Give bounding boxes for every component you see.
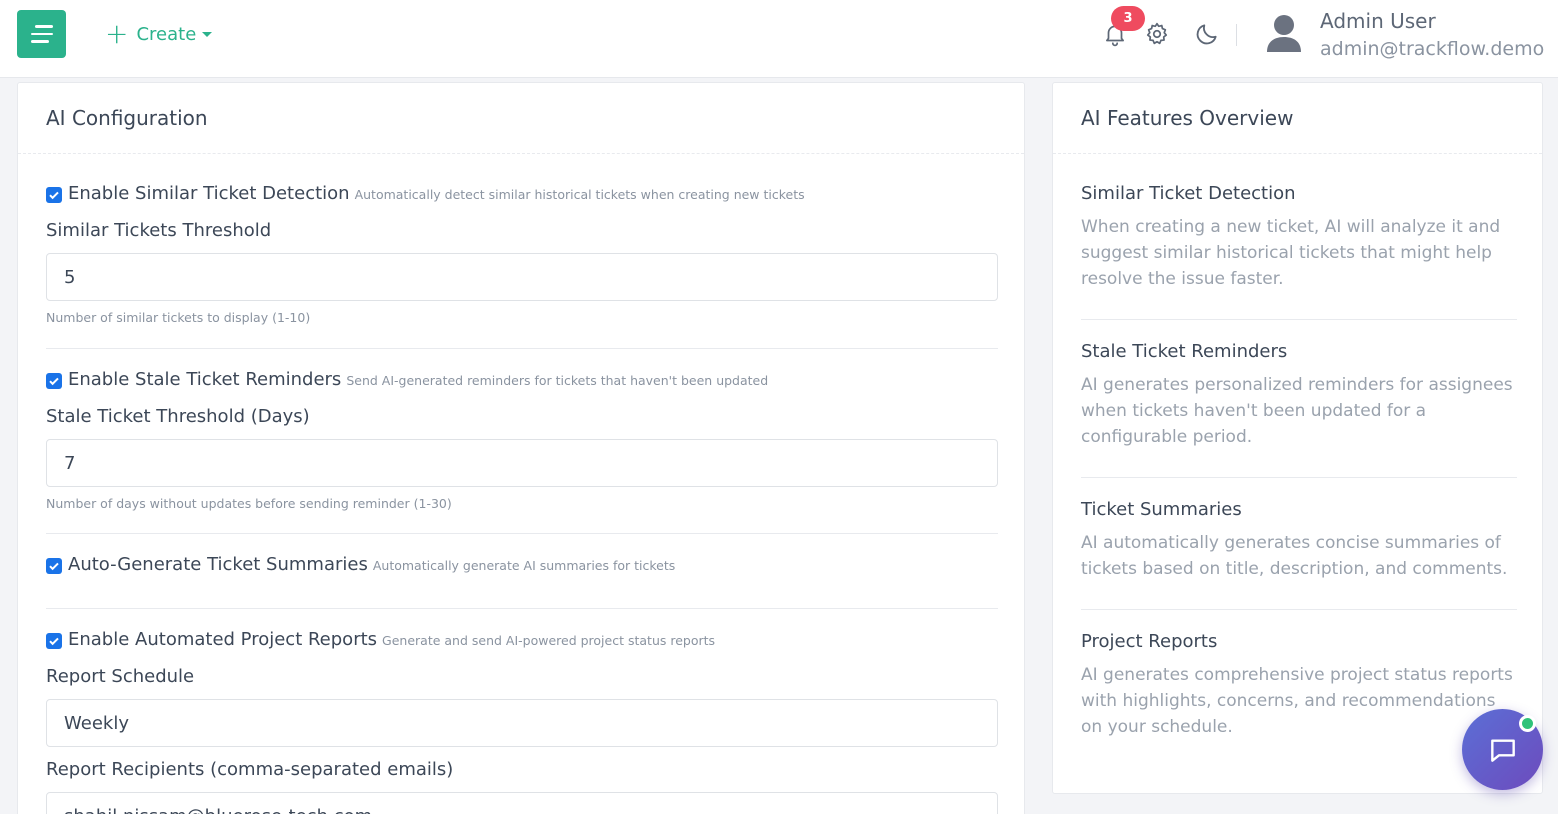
user-name[interactable]: Admin User [1320, 9, 1436, 33]
ai-configuration-card: AI Configuration Enable Similar Ticket D… [17, 82, 1025, 814]
similar-ticket-hint: Automatically detect similar historical … [354, 187, 805, 202]
overview-item-desc: When creating a new ticket, AI will anal… [1081, 217, 1501, 289]
overview-divider [1081, 477, 1517, 478]
report-schedule-select[interactable]: Weekly [46, 699, 998, 747]
overview-item-title: Similar Ticket Detection [1081, 183, 1296, 204]
menu-toggle-button[interactable] [17, 10, 66, 58]
overview-item-title: Ticket Summaries [1081, 499, 1242, 520]
stale-threshold-input[interactable]: 7 [46, 439, 998, 487]
header-divider [1236, 24, 1237, 46]
reports-label[interactable]: Enable Automated Project Reports [68, 629, 377, 650]
overview-item-summaries: Ticket Summaries AI automatically genera… [1081, 499, 1517, 582]
stale-threshold-help: Number of days without updates before se… [46, 496, 452, 511]
summaries-section: Auto-Generate Ticket Summaries Automatic… [46, 554, 998, 575]
reports-section: Enable Automated Project Reports Generat… [46, 629, 998, 814]
overview-item-reports: Project Reports AI generates comprehensi… [1081, 631, 1517, 740]
check-icon [49, 191, 59, 200]
ai-features-overview-title: AI Features Overview [1053, 83, 1542, 154]
moon-icon [1196, 24, 1217, 45]
check-icon [49, 562, 59, 571]
similar-ticket-section: Enable Similar Ticket Detection Automati… [46, 183, 998, 325]
stale-threshold-label: Stale Ticket Threshold (Days) [46, 406, 310, 427]
stale-ticket-label[interactable]: Enable Stale Ticket Reminders [68, 369, 341, 390]
theme-toggle-button[interactable] [1193, 20, 1221, 48]
stale-ticket-checkbox[interactable] [46, 373, 62, 389]
online-status-dot [1519, 715, 1536, 732]
similar-ticket-checkbox[interactable] [46, 187, 62, 203]
overview-divider [1081, 319, 1517, 320]
chat-icon [1490, 738, 1515, 762]
caret-down-icon [202, 31, 213, 37]
section-divider [46, 348, 998, 349]
settings-button[interactable] [1143, 20, 1171, 48]
overview-divider [1081, 609, 1517, 610]
check-icon [49, 637, 59, 646]
overview-item-desc: AI automatically generates concise summa… [1081, 533, 1508, 579]
overview-item-similar: Similar Ticket Detection When creating a… [1081, 183, 1517, 292]
similar-threshold-help: Number of similar tickets to display (1-… [46, 310, 311, 325]
similar-threshold-input[interactable]: 5 [46, 253, 998, 301]
check-icon [49, 377, 59, 386]
similar-threshold-label: Similar Tickets Threshold [46, 220, 272, 241]
overview-item-desc: AI generates personalized reminders for … [1081, 375, 1513, 447]
user-email: admin@trackflow.demo [1320, 38, 1545, 60]
notification-count-badge: 3 [1111, 6, 1145, 31]
section-divider [46, 608, 998, 609]
ai-features-overview-card: AI Features Overview Similar Ticket Dete… [1052, 82, 1543, 794]
create-label: Create [136, 23, 197, 45]
summaries-label[interactable]: Auto-Generate Ticket Summaries [68, 554, 368, 575]
top-bar: + Create 3 Admin User admin@trackflow.de… [0, 0, 1558, 78]
stale-ticket-section: Enable Stale Ticket Reminders Send AI-ge… [46, 369, 998, 511]
section-divider [46, 533, 998, 534]
overview-item-desc: AI generates comprehensive project statu… [1081, 665, 1513, 737]
plus-icon: + [105, 17, 129, 50]
reports-hint: Generate and send AI-powered project sta… [382, 633, 716, 648]
report-recipients-input[interactable]: shahil.nissam@bluerose-tech.com [46, 792, 998, 814]
report-schedule-label: Report Schedule [46, 666, 195, 687]
reports-checkbox[interactable] [46, 633, 62, 649]
menu-icon [34, 25, 53, 28]
stale-ticket-hint: Send AI-generated reminders for tickets … [346, 373, 769, 388]
gear-icon [1146, 22, 1168, 45]
report-recipients-label: Report Recipients (comma-separated email… [46, 759, 454, 780]
create-dropdown-button[interactable]: + Create [105, 17, 213, 50]
summaries-checkbox[interactable] [46, 558, 62, 574]
overview-item-title: Stale Ticket Reminders [1081, 341, 1288, 362]
similar-ticket-label[interactable]: Enable Similar Ticket Detection [68, 183, 350, 204]
summaries-hint: Automatically generate AI summaries for … [372, 558, 676, 573]
user-avatar-icon[interactable] [1265, 12, 1303, 54]
ai-configuration-title: AI Configuration [18, 83, 1024, 154]
overview-item-title: Project Reports [1081, 631, 1218, 652]
overview-item-stale: Stale Ticket Reminders AI generates pers… [1081, 341, 1517, 450]
